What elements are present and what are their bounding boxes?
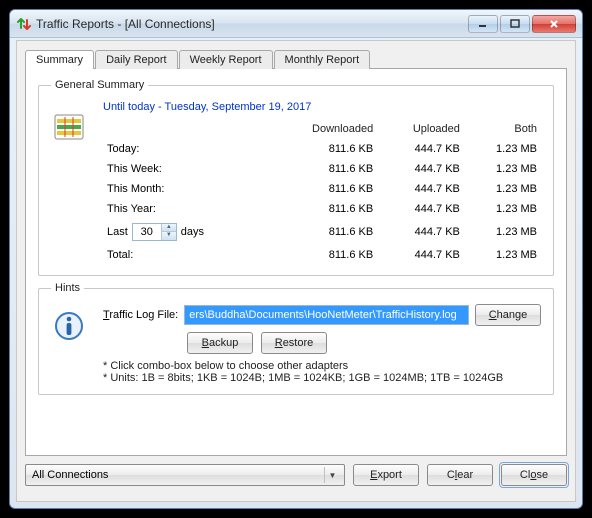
titlebar[interactable]: Traffic Reports - [All Connections] [10,10,582,38]
tabs: Summary Daily Report Weekly Report Month… [25,50,567,69]
restore-button[interactable]: Restore [261,332,327,354]
hint-units: * Units: 1B = 8bits; 1KB = 1024B; 1MB = … [103,372,541,384]
spin-down-icon[interactable]: ▼ [162,232,176,240]
log-file-label: Traffic Log File: [103,309,178,321]
window-controls [468,15,576,33]
tab-summary[interactable]: Summary [25,50,94,69]
tab-daily[interactable]: Daily Report [95,50,178,69]
minimize-button[interactable] [468,15,498,33]
summary-legend: General Summary [51,79,148,91]
adapter-value: All Connections [32,469,108,481]
col-blank [103,119,268,139]
bottom-bar: All Connections ▼ Export Clear Close [25,464,567,486]
adapter-combo[interactable]: All Connections ▼ [25,464,345,486]
days-spinner[interactable]: ▲ ▼ [132,223,177,241]
tab-monthly[interactable]: Monthly Report [274,50,371,69]
chevron-down-icon: ▼ [324,467,340,483]
row-last-n-days: Last ▲ ▼ days [103,219,541,245]
maximize-button[interactable] [500,15,530,33]
app-icon [16,16,32,32]
log-file-input[interactable] [184,305,469,325]
clear-button[interactable]: Clear [427,464,493,486]
row-week: This Week: 811.6 KB 444.7 KB 1.23 MB [103,159,541,179]
tab-panel: General Summary Until today - Tuesday, S… [25,68,567,456]
col-downloaded: Downloaded [268,119,377,139]
row-total: Total: 811.6 KB 444.7 KB 1.23 MB [103,245,541,265]
stats-table: Downloaded Uploaded Both Today: 811.6 KB… [103,119,541,265]
info-icon [53,310,85,342]
spin-up-icon[interactable]: ▲ [162,224,176,232]
summary-icon [53,111,85,143]
close-button[interactable] [532,15,576,33]
last-label-prefix: Last [107,226,128,238]
days-input[interactable] [133,224,161,240]
window-title: Traffic Reports - [All Connections] [36,17,468,31]
client-area: Summary Daily Report Weekly Report Month… [16,40,576,502]
summary-date: Until today - Tuesday, September 19, 201… [103,101,541,113]
backup-button[interactable]: Backup [187,332,253,354]
tab-weekly[interactable]: Weekly Report [179,50,273,69]
change-button[interactable]: Change [475,304,541,326]
close-dialog-button[interactable]: Close [501,464,567,486]
hints-legend: Hints [51,282,84,294]
export-button[interactable]: Export [353,464,419,486]
hint-adapters: * Click combo-box below to choose other … [103,360,541,372]
hints-group: Hints Traffic Log File: Change [38,282,554,395]
col-uploaded: Uploaded [377,119,464,139]
row-today: Today: 811.6 KB 444.7 KB 1.23 MB [103,139,541,159]
col-both: Both [464,119,541,139]
row-year: This Year: 811.6 KB 444.7 KB 1.23 MB [103,199,541,219]
general-summary-group: General Summary Until today - Tuesday, S… [38,79,554,276]
window-frame: Traffic Reports - [All Connections] Summ… [9,9,583,509]
row-month: This Month: 811.6 KB 444.7 KB 1.23 MB [103,179,541,199]
last-label-suffix: days [181,226,204,238]
